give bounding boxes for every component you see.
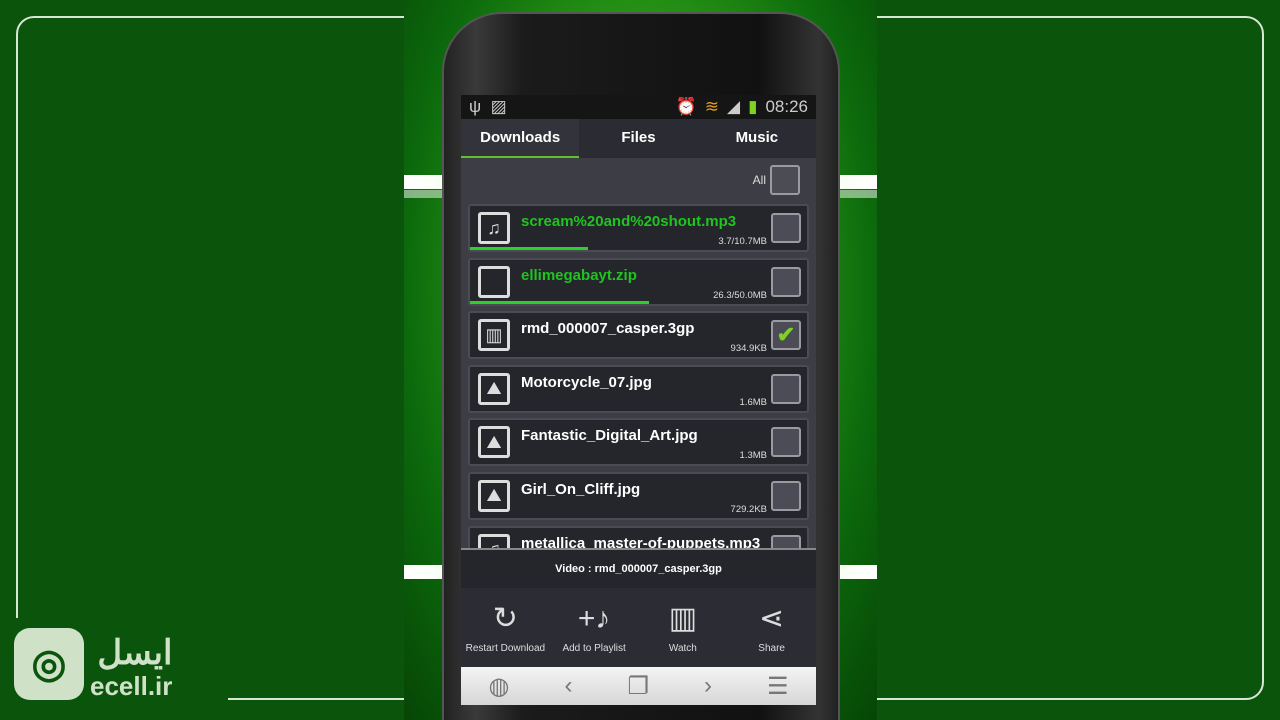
- file-name: Motorcycle_07.jpg: [521, 373, 652, 391]
- list-item[interactable]: ⛰ Motorcycle_07.jpg 1.6MB: [468, 364, 809, 413]
- popup-title: Video : rmd_000007_casper.3gp: [461, 550, 816, 588]
- alarm-icon: ⏰: [675, 97, 697, 116]
- music-note-icon: ♫: [478, 212, 510, 244]
- tab-files[interactable]: Files: [579, 119, 697, 158]
- file-name: scream%20and%20shout.mp3: [521, 213, 737, 230]
- restart-download-button[interactable]: ↻ Restart Download: [461, 588, 550, 667]
- forward-icon[interactable]: ›: [704, 672, 712, 700]
- watch-button[interactable]: ▥ Watch: [639, 588, 728, 667]
- file-size: 1.6MB: [739, 396, 767, 408]
- logo-mark: ◎: [14, 628, 84, 700]
- file-name: ellimegabayt.zip: [521, 266, 637, 284]
- file-size: 3.7/10.7MB: [718, 236, 767, 247]
- battery-charging-icon: ▮: [748, 97, 758, 116]
- windows-icon[interactable]: ❐: [627, 672, 649, 701]
- list-item[interactable]: ellimegabayt.zip 26.3/50.0MB: [468, 257, 809, 306]
- list-item[interactable]: ⛰ Fantastic_Digital_Art.jpg 1.3MB: [468, 418, 809, 467]
- add-to-playlist-button[interactable]: +♪ Add to Playlist: [550, 588, 639, 667]
- list-item[interactable]: ▥ rmd_000007_casper.3gp 934.9KB ✔: [468, 311, 809, 360]
- image-icon: ⛰: [478, 479, 510, 512]
- restart-icon: ↻: [492, 602, 518, 635]
- signal-icon: ◢: [727, 97, 741, 116]
- file-checkbox[interactable]: ✔: [771, 320, 801, 351]
- select-all-checkbox[interactable]: [770, 165, 800, 195]
- blank-file-icon: [478, 265, 510, 298]
- file-size: 934.9KB: [730, 343, 767, 355]
- image-icon: ⛰: [478, 426, 510, 459]
- usb-icon: ψ: [469, 97, 482, 116]
- tab-music[interactable]: Music: [698, 119, 816, 158]
- clock: 08:26: [765, 97, 808, 116]
- list-item[interactable]: ♫ scream%20and%20shout.mp3 3.7/10.7MB: [468, 204, 809, 252]
- file-checkbox[interactable]: [771, 373, 801, 404]
- share-icon: ⋖: [759, 602, 785, 635]
- file-checkbox[interactable]: [771, 213, 801, 243]
- file-size: 26.3/50.0MB: [713, 289, 767, 301]
- file-name: rmd_000007_casper.3gp: [521, 320, 695, 338]
- list-item[interactable]: ⛰ Girl_On_Cliff.jpg 729.2KB: [468, 471, 809, 520]
- file-name: Girl_On_Cliff.jpg: [521, 480, 641, 498]
- browser-nav-bar: ◍ ‹ ❐ › ☰: [461, 667, 816, 705]
- download-progress-bar: [470, 300, 649, 304]
- add-to-playlist-icon: +♪: [577, 602, 611, 635]
- file-checkbox[interactable]: [771, 427, 801, 458]
- file-checkbox[interactable]: [771, 480, 801, 511]
- share-button[interactable]: ⋖ Share: [727, 588, 816, 667]
- ecell-logo: ◎ ایسل ecell.ir: [14, 628, 172, 700]
- wifi-icon: ≋: [704, 97, 720, 116]
- tab-downloads[interactable]: Downloads: [461, 119, 580, 158]
- image-icon: ⛰: [478, 372, 510, 405]
- file-size: 1.3MB: [739, 450, 767, 462]
- film-icon: ▥: [478, 319, 510, 352]
- select-all-label: All: [752, 173, 766, 187]
- tab-bar: Downloads Files Music: [461, 119, 816, 158]
- film-icon: ▥: [668, 602, 698, 635]
- phone-screen: ψ ▨ ⏰ ≋ ◢ ▮ 08:26 Downloads Files Music …: [461, 95, 816, 705]
- file-size: 729.2KB: [730, 503, 767, 515]
- download-progress-bar: [470, 247, 588, 250]
- menu-icon[interactable]: ☰: [767, 672, 789, 701]
- status-bar: ψ ▨ ⏰ ≋ ◢ ▮ 08:26: [461, 95, 816, 119]
- globe-icon[interactable]: ◍: [489, 672, 510, 701]
- file-action-popup: Video : rmd_000007_casper.3gp ↻ Restart D…: [461, 548, 816, 667]
- back-icon[interactable]: ‹: [564, 672, 572, 700]
- file-checkbox[interactable]: [771, 266, 801, 297]
- file-name: Fantastic_Digital_Art.jpg: [521, 427, 698, 445]
- image-icon: ▨: [490, 97, 507, 116]
- download-list: ♫ scream%20and%20shout.mp3 3.7/10.7MB el…: [468, 204, 809, 579]
